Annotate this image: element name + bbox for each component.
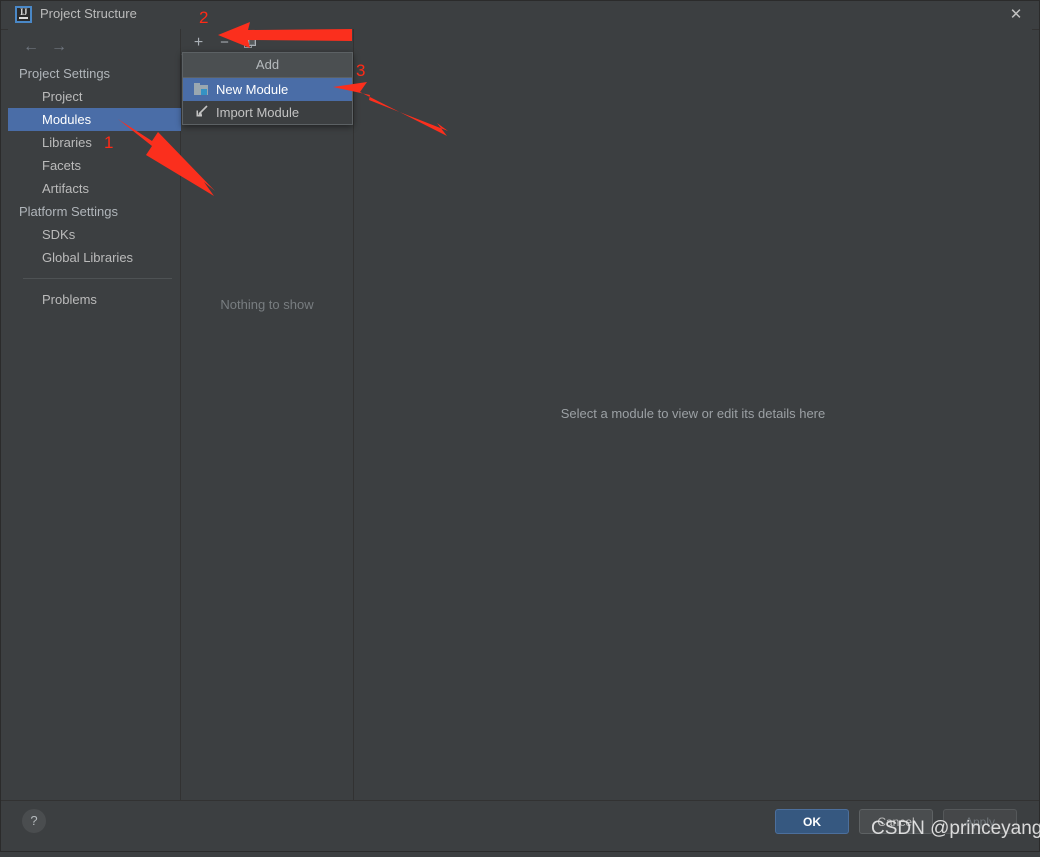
settings-tree: Project Settings Project Modules Librari…: [8, 62, 181, 311]
intellij-idea-logo-icon: [15, 6, 32, 23]
sidebar-divider: [23, 278, 172, 279]
title-bar: Project Structure ✕: [0, 0, 1040, 30]
forward-arrow-icon[interactable]: →: [48, 36, 70, 58]
menu-item-import-module[interactable]: Import Module: [183, 101, 352, 124]
module-details-panel: Select a module to view or edit its deta…: [354, 29, 1032, 800]
menu-item-new-module[interactable]: New Module: [183, 78, 352, 101]
help-icon[interactable]: ?: [22, 809, 46, 833]
sidebar-item-artifacts[interactable]: Artifacts: [8, 177, 181, 200]
add-popup-menu: Add New Module Import Module: [182, 52, 353, 125]
sidebar-item-modules[interactable]: Modules: [8, 108, 181, 131]
sidebar-item-global-libraries[interactable]: Global Libraries: [8, 246, 181, 269]
modules-list-panel: + − Nothing to show: [181, 29, 354, 800]
sidebar-group-project-settings: Project Settings: [19, 66, 111, 81]
import-arrow-icon: [194, 105, 210, 120]
module-folder-icon: [194, 82, 210, 97]
ok-button[interactable]: OK: [775, 809, 849, 834]
csdn-watermark: CSDN @princeyang_: [871, 818, 1040, 839]
project-structure-dialog: Project Structure ✕ ← → Project Settings…: [0, 0, 1040, 853]
add-icon[interactable]: +: [188, 32, 209, 53]
sidebar-item-sdks[interactable]: SDKs: [8, 223, 181, 246]
sidebar-group-platform-settings: Platform Settings: [19, 204, 118, 219]
sidebar-item-project[interactable]: Project: [8, 85, 181, 108]
empty-state-text: Nothing to show: [220, 297, 314, 312]
settings-sidebar: ← → Project Settings Project Modules Lib…: [8, 29, 181, 800]
sidebar-item-problems[interactable]: Problems: [8, 288, 181, 311]
sidebar-item-libraries[interactable]: Libraries: [8, 131, 181, 154]
navigation-controls: ← →: [14, 36, 84, 58]
remove-icon[interactable]: −: [214, 32, 235, 53]
back-arrow-icon[interactable]: ←: [20, 36, 42, 58]
window-title: Project Structure: [40, 6, 137, 21]
menu-item-import-module-label: Import Module: [216, 105, 300, 120]
content-placeholder-text: Select a module to view or edit its deta…: [560, 406, 826, 421]
menu-item-new-module-label: New Module: [216, 82, 289, 97]
sidebar-item-facets[interactable]: Facets: [8, 154, 181, 177]
popup-title: Add: [183, 53, 352, 78]
copy-icon[interactable]: [240, 32, 261, 53]
close-icon[interactable]: ✕: [1006, 6, 1026, 24]
